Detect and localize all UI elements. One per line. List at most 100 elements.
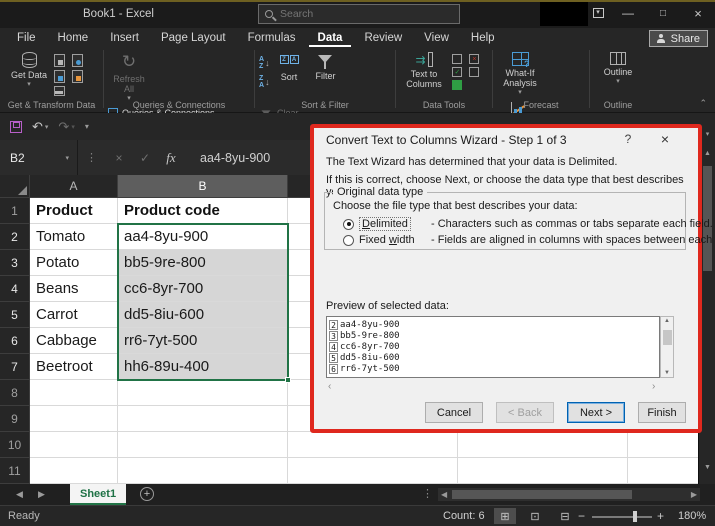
scroll-down-icon[interactable]: ▼ bbox=[699, 464, 715, 471]
cell-b10[interactable] bbox=[118, 432, 288, 458]
sort-ascending-button[interactable]: AZ↓ bbox=[259, 55, 270, 70]
flash-fill-icon[interactable] bbox=[452, 54, 462, 64]
tab-home[interactable]: Home bbox=[49, 30, 98, 47]
fixed-width-label[interactable]: Fixed width bbox=[359, 234, 431, 246]
tab-file[interactable]: File bbox=[8, 30, 45, 47]
maximize-button[interactable]: □ bbox=[652, 0, 674, 26]
customize-qat-button[interactable]: ▾ bbox=[85, 122, 89, 131]
what-if-analysis-button[interactable]: ? What-If Analysis ▾ bbox=[497, 48, 543, 98]
cell-b11[interactable] bbox=[118, 458, 288, 484]
cell-e11[interactable] bbox=[628, 458, 698, 484]
zoom-in-button[interactable]: + bbox=[657, 509, 664, 523]
dialog-help-button[interactable]: ? bbox=[620, 132, 636, 146]
tab-data[interactable]: Data bbox=[309, 30, 352, 47]
save-button[interactable] bbox=[10, 121, 22, 133]
page-layout-view-button[interactable]: ⊡ bbox=[524, 508, 546, 524]
sort-descending-button[interactable]: ZA↓ bbox=[259, 74, 270, 89]
sheet-nav-left-icon[interactable]: ◀ bbox=[16, 489, 23, 500]
preview-scroll-left-icon[interactable]: ‹ bbox=[328, 381, 331, 392]
text-to-columns-button[interactable]: ⇉ Text to Columns bbox=[400, 48, 448, 98]
tab-review[interactable]: Review bbox=[355, 30, 411, 47]
tab-formulas[interactable]: Formulas bbox=[239, 30, 305, 47]
data-preview-box[interactable]: 2aa4-8yu-900 3bb5-9re-800 4cc6-8yr-700 5… bbox=[326, 316, 660, 378]
select-all-button[interactable] bbox=[0, 175, 30, 198]
cell-b8[interactable] bbox=[118, 380, 288, 406]
tab-insert[interactable]: Insert bbox=[101, 30, 148, 47]
undo-button[interactable]: ↶▾ bbox=[32, 119, 48, 135]
cell-b9[interactable] bbox=[118, 406, 288, 432]
horizontal-scrollbar-thumb[interactable] bbox=[452, 490, 632, 499]
row-header-10[interactable]: 10 bbox=[0, 432, 30, 458]
cell-a11[interactable] bbox=[30, 458, 118, 484]
ribbon-display-options-button[interactable]: ▾ bbox=[587, 0, 609, 26]
cell-c11[interactable] bbox=[288, 458, 458, 484]
row-header-7[interactable]: 7 bbox=[0, 354, 30, 380]
sheet-tab-sheet1[interactable]: Sheet1 bbox=[70, 484, 126, 505]
outline-button[interactable]: Outline ▾ bbox=[596, 48, 640, 98]
dialog-close-button[interactable]: × bbox=[656, 131, 674, 147]
formula-bar-handle[interactable]: ⋮ bbox=[78, 151, 106, 164]
zoom-level[interactable]: 180% bbox=[678, 510, 706, 522]
zoom-slider-thumb[interactable] bbox=[633, 511, 637, 522]
preview-scroll-right-icon[interactable]: › bbox=[652, 381, 655, 392]
cell-a5[interactable]: Carrot bbox=[30, 302, 118, 328]
row-header-5[interactable]: 5 bbox=[0, 302, 30, 328]
remove-duplicates-icon[interactable]: × bbox=[469, 54, 479, 64]
row-header-1[interactable]: 1 bbox=[0, 198, 30, 224]
search-box[interactable] bbox=[258, 4, 460, 24]
cell-b4[interactable]: cc6-8yr-700 bbox=[118, 276, 288, 302]
cell-b3[interactable]: bb5-9re-800 bbox=[118, 250, 288, 276]
search-input[interactable] bbox=[280, 8, 430, 20]
sort-button[interactable]: ZA Sort bbox=[274, 48, 304, 98]
back-button[interactable]: < Back bbox=[496, 402, 554, 423]
cell-a1[interactable]: Product bbox=[30, 198, 118, 224]
row-header-2[interactable]: 2 bbox=[0, 224, 30, 250]
filter-button[interactable]: Filter bbox=[308, 48, 342, 98]
name-box[interactable]: B2 ▾ bbox=[0, 140, 78, 175]
cell-a9[interactable] bbox=[30, 406, 118, 432]
delimited-label[interactable]: Delimited bbox=[359, 217, 411, 231]
row-header-11[interactable]: 11 bbox=[0, 458, 30, 484]
normal-view-button[interactable]: ⊞ bbox=[494, 508, 516, 524]
tab-bar-resize-handle[interactable]: ⋮ bbox=[422, 487, 433, 500]
cell-c10[interactable] bbox=[288, 432, 458, 458]
collapse-ribbon-button[interactable]: ⌃ bbox=[699, 98, 707, 109]
preview-scroll-up-icon[interactable]: ▲ bbox=[661, 318, 673, 324]
insert-function-button[interactable]: fx bbox=[158, 150, 184, 166]
minimize-button[interactable]: — bbox=[617, 0, 639, 26]
get-data-button[interactable]: Get Data ▾ bbox=[8, 48, 50, 98]
new-sheet-button[interactable]: + bbox=[140, 487, 154, 501]
fixed-width-radio[interactable] bbox=[343, 235, 354, 246]
cell-e10[interactable] bbox=[628, 432, 698, 458]
next-button[interactable]: Next > bbox=[567, 402, 625, 423]
consolidate-icon[interactable] bbox=[469, 67, 479, 77]
preview-vertical-scrollbar[interactable]: ▲ ▼ bbox=[660, 316, 674, 378]
recent-sources-icon[interactable] bbox=[72, 54, 83, 67]
cell-d11[interactable] bbox=[458, 458, 628, 484]
formula-bar-value[interactable]: aa4-8yu-900 bbox=[200, 151, 270, 165]
cell-a8[interactable] bbox=[30, 380, 118, 406]
from-web-icon[interactable] bbox=[54, 70, 65, 83]
refresh-all-button[interactable]: ↻ Refresh All ▾ bbox=[108, 48, 150, 98]
preview-scrollbar-thumb[interactable] bbox=[663, 330, 672, 345]
delimited-radio[interactable] bbox=[343, 219, 354, 230]
from-table-range-icon[interactable] bbox=[54, 86, 65, 96]
close-button[interactable]: × bbox=[687, 0, 709, 26]
cell-a2[interactable]: Tomato bbox=[30, 224, 118, 250]
page-break-view-button[interactable]: ⊟ bbox=[554, 508, 576, 524]
cell-a4[interactable]: Beans bbox=[30, 276, 118, 302]
cell-a6[interactable]: Cabbage bbox=[30, 328, 118, 354]
row-header-9[interactable]: 9 bbox=[0, 406, 30, 432]
cell-d10[interactable] bbox=[458, 432, 628, 458]
tab-help[interactable]: Help bbox=[462, 30, 504, 47]
preview-scroll-down-icon[interactable]: ▼ bbox=[661, 370, 673, 376]
cell-b5[interactable]: dd5-8iu-600 bbox=[118, 302, 288, 328]
confirm-entry-button[interactable]: ✓ bbox=[132, 151, 158, 165]
existing-connections-icon[interactable] bbox=[72, 70, 83, 83]
sheet-nav-right-icon[interactable]: ▶ bbox=[38, 489, 45, 500]
cell-b6[interactable]: rr6-7yt-500 bbox=[118, 328, 288, 354]
cell-b7[interactable]: hh6-89u-400 bbox=[118, 354, 288, 380]
from-text-csv-icon[interactable] bbox=[54, 54, 65, 67]
cell-b2-active[interactable]: aa4-8yu-900 bbox=[118, 224, 288, 250]
zoom-out-button[interactable]: − bbox=[578, 509, 585, 523]
